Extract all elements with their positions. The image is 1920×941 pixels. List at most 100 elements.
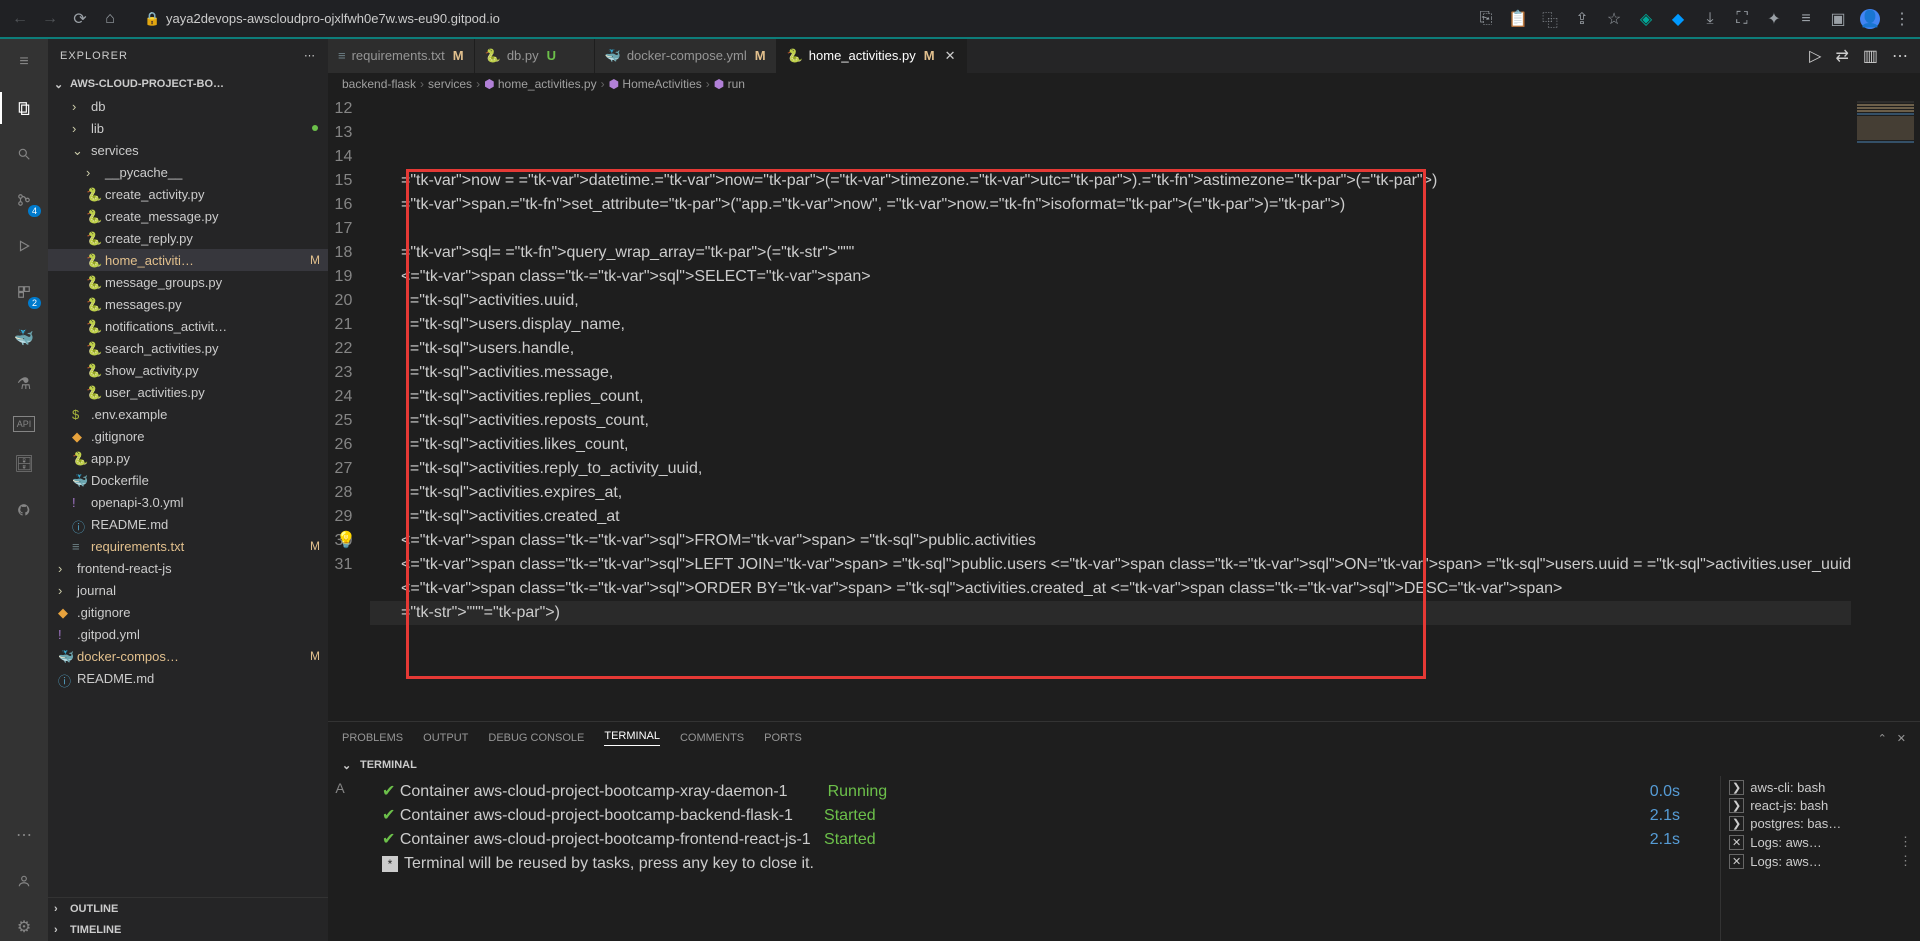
star-icon[interactable]: ☆ [1604, 9, 1624, 29]
split-icon[interactable]: ▥ [1863, 46, 1878, 66]
terminal-output[interactable]: ✔ Container aws-cloud-project-bootcamp-x… [352, 776, 1720, 941]
close-icon[interactable]: ✕ [945, 48, 956, 64]
more-icon[interactable]: ⋯ [1892, 46, 1908, 66]
code-line[interactable]: ="tk-sql">activities.created_at [370, 505, 1851, 529]
tree-item[interactable]: ⓘREADME.md [48, 513, 328, 535]
account-icon[interactable] [10, 867, 38, 895]
list-icon[interactable]: ≡ [1796, 9, 1816, 29]
tree-item[interactable]: 🐍create_reply.py [48, 227, 328, 249]
tree-item[interactable]: 🐍app.py [48, 447, 328, 469]
tree-item[interactable]: ›db [48, 95, 328, 117]
back-button[interactable]: ← [8, 7, 32, 31]
code-line[interactable]: ="tk-sql">activities.uuid, [370, 289, 1851, 313]
tree-item[interactable]: ≡requirements.txtM [48, 535, 328, 557]
tree-item[interactable]: ⌄services [48, 139, 328, 161]
tree-item[interactable]: ◆.gitignore [48, 425, 328, 447]
code-line[interactable]: ="tk-str">"""="tk-par">) [370, 601, 1851, 625]
code-line[interactable]: ="tk-sql">activities.expires_at, [370, 481, 1851, 505]
run-icon[interactable]: ▷ [1809, 46, 1821, 66]
terminal-instance[interactable]: ❯react-js: bash [1729, 798, 1912, 813]
code-line[interactable]: ="tk-var">span.="tk-fn">set_attribute="t… [370, 193, 1851, 217]
tree-item[interactable]: 🐍create_activity.py [48, 183, 328, 205]
tree-item[interactable]: !openapi-3.0.yml [48, 491, 328, 513]
tree-item[interactable]: ◆.gitignore [48, 601, 328, 623]
ext1-icon[interactable]: ◈ [1636, 9, 1656, 29]
run-debug-icon[interactable] [10, 232, 38, 260]
tree-item[interactable]: $.env.example [48, 403, 328, 425]
maximize-icon[interactable]: ⌃ [1878, 732, 1887, 745]
code-line[interactable]: ="tk-sql">activities.message, [370, 361, 1851, 385]
forward-button[interactable]: → [38, 7, 62, 31]
tree-item[interactable]: ⓘREADME.md [48, 667, 328, 689]
terminal-section-header[interactable]: ⌄ TERMINAL [328, 754, 1920, 776]
breadcrumb-item[interactable]: services [428, 77, 472, 91]
explorer-icon[interactable] [10, 94, 38, 122]
code-line[interactable]: ="tk-sql">activities.reposts_count, [370, 409, 1851, 433]
clipboard-icon[interactable]: 📋 [1508, 9, 1528, 29]
translate-icon[interactable]: ⿻ [1540, 9, 1560, 29]
panel-tab[interactable]: PROBLEMS [342, 732, 403, 744]
tree-item[interactable]: ›lib [48, 117, 328, 139]
code-line[interactable]: ="tk-sql">activities.replies_count, [370, 385, 1851, 409]
code-line[interactable]: <="tk-var">span class="tk-="tk-var">sql"… [370, 577, 1851, 601]
tree-item[interactable]: 🐳Dockerfile [48, 469, 328, 491]
tree-item[interactable]: ›journal [48, 579, 328, 601]
api-icon[interactable]: API [13, 416, 35, 432]
tree-item[interactable]: ›frontend-react-js [48, 557, 328, 579]
code-line[interactable]: <="tk-var">span class="tk-="tk-var">sql"… [370, 529, 1851, 553]
code-line[interactable]: ="tk-var">sql= ="tk-fn">query_wrap_array… [370, 241, 1851, 265]
puzzle-icon[interactable]: ✦ [1764, 9, 1784, 29]
tree-item[interactable]: 🐍home_activiti…M [48, 249, 328, 271]
timeline-header[interactable]: › TIMELINE [48, 919, 328, 941]
url-bar[interactable]: 🔒 yaya2devops-awscloudpro-ojxlfwh0e7w.ws… [134, 11, 1464, 27]
tree-item[interactable]: 🐍create_message.py [48, 205, 328, 227]
editor-tab[interactable]: ≡requirements.txtM [328, 38, 475, 73]
more-icon[interactable]: ⋯ [10, 821, 38, 849]
install-icon[interactable]: ⎘ [1476, 9, 1496, 29]
panel-tab[interactable]: DEBUG CONSOLE [488, 732, 584, 744]
frame-icon[interactable]: ⛶ [1732, 9, 1752, 29]
code-line[interactable]: ="tk-sql">activities.reply_to_activity_u… [370, 457, 1851, 481]
panel-tab[interactable]: PORTS [764, 732, 802, 744]
docker-icon[interactable]: 🐳 [10, 324, 38, 352]
tree-item[interactable]: 🐍messages.py [48, 293, 328, 315]
breadcrumbs[interactable]: backend-flask›services›⬢ home_activities… [328, 73, 1920, 95]
test-icon[interactable]: ⚗ [10, 370, 38, 398]
minimap[interactable] [1851, 95, 1920, 721]
code-line[interactable]: ="tk-sql">users.display_name, [370, 313, 1851, 337]
menu-toggle[interactable]: ≡ [10, 48, 38, 76]
diff-icon[interactable]: ⇄ [1835, 46, 1848, 66]
code-line[interactable] [370, 217, 1851, 241]
tree-item[interactable]: !.gitpod.yml [48, 623, 328, 645]
download-icon[interactable]: ⤓ [1700, 9, 1720, 29]
terminal-instance[interactable]: ❯aws-cli: bash [1729, 780, 1912, 795]
share-icon[interactable]: ⇪ [1572, 9, 1592, 29]
tree-item[interactable]: 🐍notifications_activit… [48, 315, 328, 337]
code-line[interactable]: <="tk-var">span class="tk-="tk-var">sql"… [370, 265, 1851, 289]
code-line[interactable]: ="tk-sql">activities.likes_count, [370, 433, 1851, 457]
sidebar-more-icon[interactable]: ⋯ [304, 49, 316, 62]
code-area[interactable]: ="tk-var">now = ="tk-var">datetime.="tk-… [370, 95, 1851, 721]
settings-icon[interactable]: ⚙ [10, 913, 38, 941]
db-icon[interactable]: 🗄 [10, 450, 38, 478]
breadcrumb-item[interactable]: ⬢ run [714, 77, 745, 91]
panel-tab[interactable]: TERMINAL [604, 730, 660, 746]
project-root[interactable]: ⌄ AWS-CLOUD-PROJECT-BO… [48, 73, 328, 95]
code-line[interactable]: ="tk-var">now = ="tk-var">datetime.="tk-… [370, 169, 1851, 193]
editor-tab[interactable]: 🐍db.pyU [475, 38, 595, 73]
code-line[interactable] [370, 625, 1851, 649]
breadcrumb-item[interactable]: ⬢ home_activities.py [484, 77, 597, 91]
source-control-icon[interactable]: 4 [10, 186, 38, 214]
code-line[interactable]: <="tk-var">span class="tk-="tk-var">sql"… [370, 553, 1851, 577]
panel-close-icon[interactable]: ✕ [1897, 732, 1906, 745]
panel-tab[interactable]: COMMENTS [680, 732, 744, 744]
editor[interactable]: 1213141516171819202122232425262728293031… [328, 95, 1920, 721]
reload-button[interactable]: ⟳ [68, 7, 92, 31]
tree-item[interactable]: ›__pycache__ [48, 161, 328, 183]
terminal-instance[interactable]: ✕Logs: aws…⋮ [1729, 834, 1912, 850]
terminal-instance[interactable]: ❯postgres: bas… [1729, 816, 1912, 831]
editor-tab[interactable]: 🐍home_activities.pyM✕ [777, 38, 967, 73]
code-line[interactable]: ="tk-sql">users.handle, [370, 337, 1851, 361]
editor-tab[interactable]: 🐳docker-compose.ymlM [595, 38, 777, 73]
breadcrumb-item[interactable]: ⬢ HomeActivities [609, 77, 702, 91]
